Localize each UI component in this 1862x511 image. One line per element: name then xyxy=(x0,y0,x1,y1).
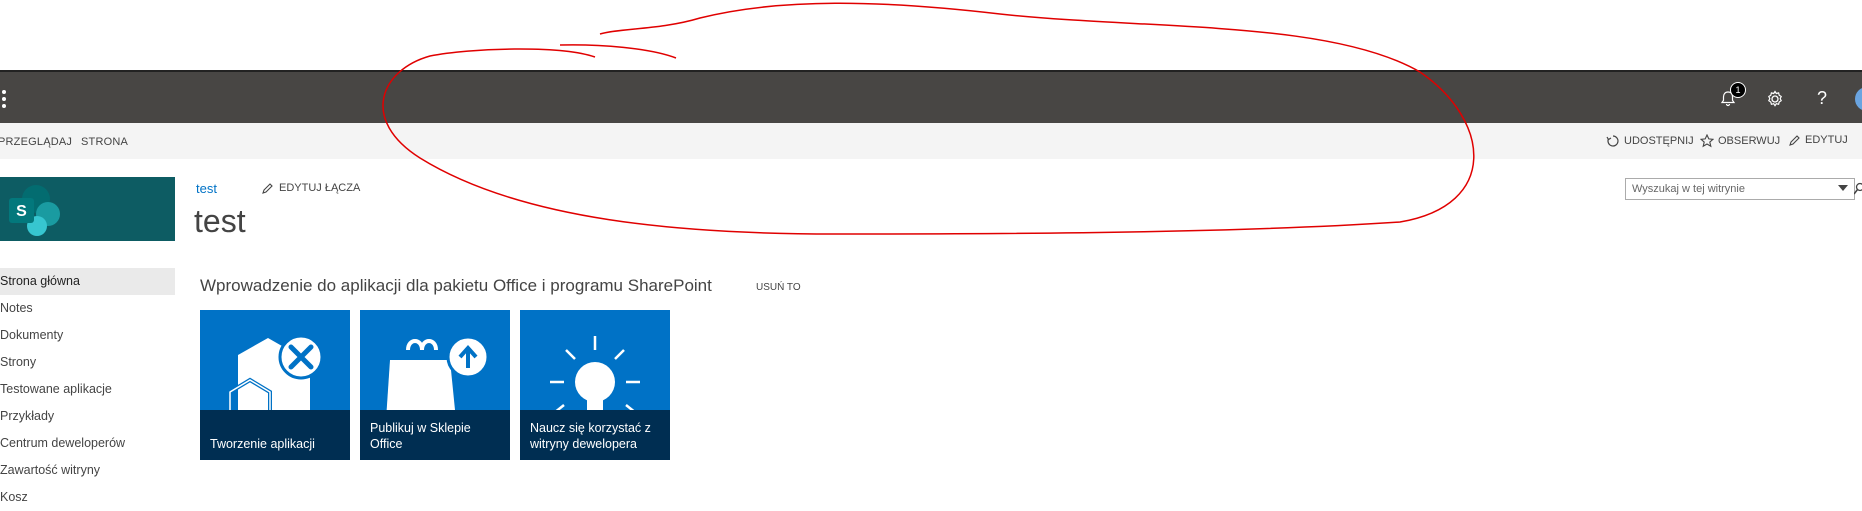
tile-label: Naucz się korzystać z witryny dewelopera xyxy=(520,410,670,460)
tile-label: Publikuj w Sklepie Office xyxy=(360,410,510,460)
nav-item-developer-center[interactable]: Centrum deweloperów xyxy=(0,430,175,457)
pencil-icon xyxy=(1789,134,1801,146)
nav-item-apps-in-testing[interactable]: Testowane aplikacje xyxy=(0,376,175,403)
follow-button[interactable]: OBSERWUJ xyxy=(1700,134,1780,148)
breadcrumb[interactable]: test xyxy=(196,181,217,196)
notification-count-badge: 1 xyxy=(1730,82,1746,98)
follow-label: OBSERWUJ xyxy=(1718,135,1780,147)
edit-links-button[interactable]: EDYTUJ ŁĄCZA xyxy=(262,182,360,194)
getting-started-title: Wprowadzenie do aplikacji dla pakietu Of… xyxy=(200,276,712,296)
share-label: UDOSTĘPNIJ xyxy=(1624,135,1694,147)
tab-browse[interactable]: PRZEGLĄDAJ xyxy=(0,136,72,148)
edit-button[interactable]: EDYTUJ xyxy=(1789,134,1848,146)
app-launcher-icon[interactable] xyxy=(0,88,8,110)
tile-label: Tworzenie aplikacji xyxy=(200,410,350,460)
tile-publish-store[interactable]: Publikuj w Sklepie Office xyxy=(360,310,510,460)
help-icon: ? xyxy=(1817,88,1827,109)
quick-launch-nav: Strona główna Notes Dokumenty Strony Tes… xyxy=(0,268,175,511)
search-input[interactable]: Wyszukaj w tej witrynie xyxy=(1625,178,1855,200)
tile-build-app[interactable]: Tworzenie aplikacji xyxy=(200,310,350,460)
nav-item-site-contents[interactable]: Zawartość witryny xyxy=(0,457,175,484)
pencil-icon xyxy=(262,182,274,194)
share-button[interactable]: UDOSTĘPNIJ xyxy=(1606,134,1694,148)
settings-button[interactable] xyxy=(1755,72,1795,125)
ribbon: PRZEGLĄDAJ STRONA UDOSTĘPNIJ OBSERWUJ ED… xyxy=(0,123,1862,159)
suite-bar: 1 ? N xyxy=(0,70,1862,123)
chevron-down-icon[interactable] xyxy=(1838,184,1848,192)
share-icon xyxy=(1606,134,1620,148)
notification-bell-button[interactable]: 1 xyxy=(1708,72,1748,125)
gear-icon xyxy=(1766,90,1784,108)
sharepoint-logo-icon: S xyxy=(0,177,175,241)
site-logo[interactable]: S xyxy=(0,177,175,241)
tile-learn-dev-site[interactable]: Naucz się korzystać z witryny dewelopera xyxy=(520,310,670,460)
tab-page[interactable]: STRONA xyxy=(81,136,128,148)
page-title: test xyxy=(194,203,246,240)
star-icon xyxy=(1700,134,1714,148)
nav-item-home[interactable]: Strona główna xyxy=(0,268,175,295)
nav-item-samples[interactable]: Przykłady xyxy=(0,403,175,430)
nav-item-recycle-bin[interactable]: Kosz xyxy=(0,484,175,511)
avatar[interactable]: N xyxy=(1855,87,1862,111)
help-button[interactable]: ? xyxy=(1802,72,1842,125)
search-icon[interactable] xyxy=(1854,182,1862,196)
edit-links-label: EDYTUJ ŁĄCZA xyxy=(279,182,360,194)
nav-item-notes[interactable]: Notes xyxy=(0,295,175,322)
nav-item-documents[interactable]: Dokumenty xyxy=(0,322,175,349)
edit-label: EDYTUJ xyxy=(1805,134,1848,146)
nav-item-pages[interactable]: Strony xyxy=(0,349,175,376)
svg-text:S: S xyxy=(16,203,27,220)
remove-this-link[interactable]: USUŃ TO xyxy=(756,282,801,293)
